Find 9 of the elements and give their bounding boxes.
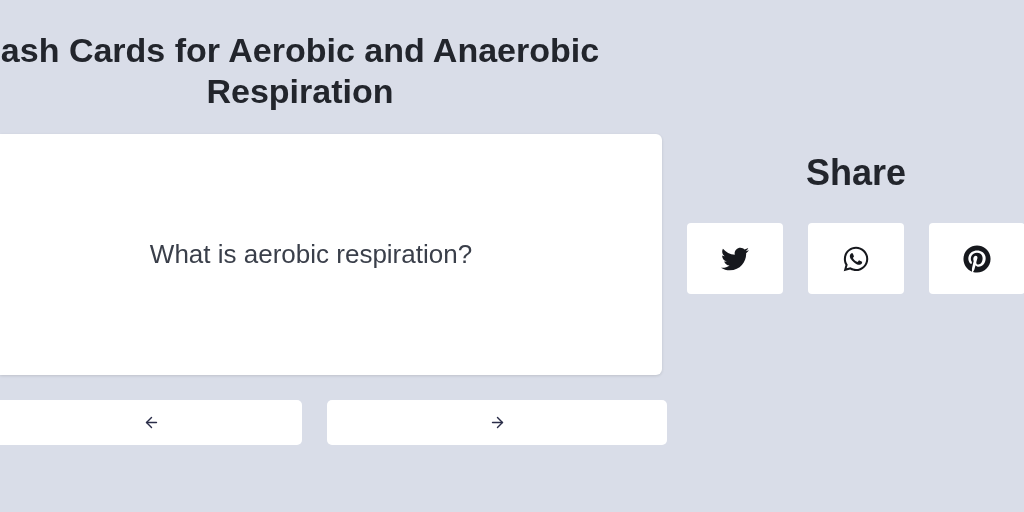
share-button[interactable] bbox=[929, 223, 1024, 294]
page-title: ash Cards for Aerobic and Anaerobic Respiration bbox=[0, 30, 601, 112]
chat-bubble-icon bbox=[842, 244, 870, 273]
pin-icon bbox=[963, 244, 991, 273]
share-heading: Share bbox=[804, 155, 908, 191]
share-button[interactable] bbox=[687, 223, 783, 294]
share-button[interactable] bbox=[808, 223, 904, 294]
flash-card[interactable]: What is aerobic respiration? bbox=[0, 133, 662, 375]
card-question: What is aerobic respiration? bbox=[149, 238, 473, 270]
